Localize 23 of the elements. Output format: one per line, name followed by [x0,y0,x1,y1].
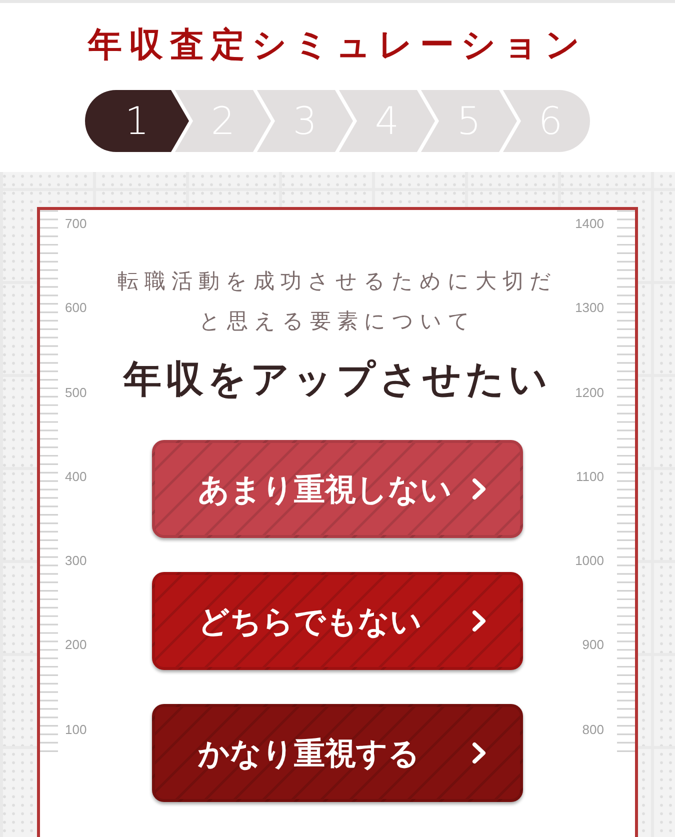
chevron-right-icon [472,478,486,500]
scale-label: 600 [65,300,87,316]
scale-label: 800 [582,722,604,737]
chevron-right-icon [472,742,486,764]
scale-label: 1100 [576,468,604,484]
chevron-right-icon [472,610,486,632]
question-lead-text: 転職活動を成功させるために大切だと思える要素について [118,269,558,335]
answer-button[interactable]: かなり重視する [152,704,523,802]
scale-label: 1000 [575,553,604,568]
scale-label: 1200 [575,384,604,400]
scale-label: 900 [582,637,604,652]
scale-label: 200 [65,637,87,652]
page-title: 年収査定シミュレーション [88,25,587,66]
scale-label: 400 [65,468,87,484]
scale-label: 100 [65,722,87,737]
answer-button[interactable]: どちらでもない [152,572,523,670]
scale-label: 300 [65,553,87,568]
answer-button[interactable]: あまり重視しない [152,440,523,538]
scale-label: 700 [65,216,87,231]
scale-label: 500 [65,384,87,400]
scale-label: 1300 [575,300,604,316]
question-title: 年収をアップさせたい [124,358,552,403]
scale-label: 1400 [575,216,604,231]
